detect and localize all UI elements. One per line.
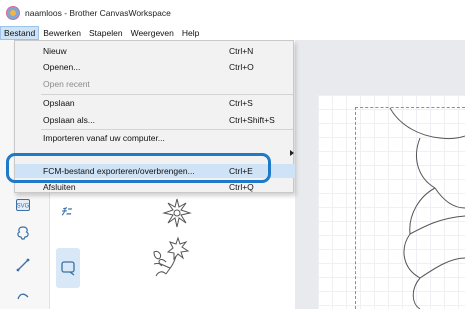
canvasworkspace-logo-icon [6,6,20,20]
line-icon[interactable] [10,252,36,278]
app-window: naamloos - Brother CanvasWorkspace Besta… [0,0,465,309]
menu-item-label: Nieuw [43,46,67,56]
menu-separator [41,94,293,95]
submenu-arrow-icon [290,150,294,156]
menu-item-label: Open recent [43,79,90,89]
menu-stapelen[interactable]: Stapelen [85,26,127,40]
flower-pattern-icon[interactable] [160,195,194,231]
menu-item-label: Opslaan [43,98,75,108]
shape-icon[interactable] [10,220,36,246]
menu-item-shortcut: Ctrl+Q [229,182,254,192]
menu-item-shortcut: Ctrl+S [229,98,253,108]
menu-item-shortcut: Ctrl+N [229,46,254,56]
menu-item-label: Openen... [43,62,81,72]
menu-item-opslaan-als[interactable]: Opslaan als... Ctrl+Shift+S [15,113,295,127]
menu-help[interactable]: Help [178,26,203,40]
menu-bar: Bestand Bewerken Stapelen Weergeven Help [0,26,465,40]
select-tile-icon[interactable] [56,248,80,288]
menu-item-importeren[interactable]: Importeren vanaf uw computer... [15,131,295,145]
menu-weergeven[interactable]: Weergeven [127,26,178,40]
text-icon[interactable]: ﾁﾆ [60,204,84,218]
highlight-callout [6,153,271,183]
menu-item-opslaan[interactable]: Opslaan Ctrl+S [15,96,295,110]
svg-text:ﾁﾆ: ﾁﾆ [61,207,73,218]
menu-item-label: Importeren vanaf uw computer... [43,133,165,143]
menu-item-shortcut: Ctrl+O [229,62,254,72]
menu-item-shortcut: Ctrl+Shift+S [229,115,275,125]
canvas-flower-shape[interactable] [380,107,465,309]
flower-stem-pattern-icon[interactable] [148,232,192,280]
curve-icon[interactable] [10,280,36,306]
menu-bestand[interactable]: Bestand [0,26,40,40]
window-title: naamloos - Brother CanvasWorkspace [25,8,171,18]
menu-item-nieuw[interactable]: Nieuw Ctrl+N [15,44,295,58]
svg-import-icon[interactable]: SVG [10,192,36,218]
menu-item-openen[interactable]: Openen... Ctrl+O [15,60,295,74]
menu-separator [41,129,293,130]
title-bar: naamloos - Brother CanvasWorkspace [0,0,465,26]
menu-bewerken[interactable]: Bewerken [39,26,85,40]
menu-item-open-recent: Open recent [15,77,295,91]
svg-text:SVG: SVG [17,204,30,210]
menu-item-label: Opslaan als... [43,115,95,125]
menu-item-label: Afsluiten [43,182,76,192]
cut-area-border-left [355,107,356,309]
